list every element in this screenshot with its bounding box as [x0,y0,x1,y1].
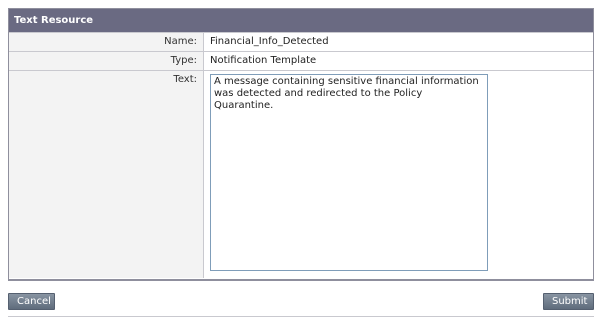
submit-button[interactable]: Submit [543,293,594,310]
name-value: Financial_Info_Detected [210,36,329,47]
footer-divider [8,316,594,317]
text-row: Text: A message containing sensitive fin… [9,70,593,278]
name-label: Name: [9,33,204,51]
name-row: Name: Financial_Info_Detected [9,32,593,51]
text-label: Text: [9,71,204,278]
type-value: Notification Template [210,55,317,66]
panel-title: Text Resource [9,9,593,32]
text-value-cell: A message containing sensitive financial… [204,71,593,278]
cancel-button[interactable]: Cancel [8,293,55,310]
text-content-textarea[interactable]: A message containing sensitive financial… [210,74,488,271]
type-row: Type: Notification Template [9,51,593,70]
text-resource-panel: Text Resource Name: Financial_Info_Detec… [8,8,594,281]
type-label: Type: [9,52,204,70]
